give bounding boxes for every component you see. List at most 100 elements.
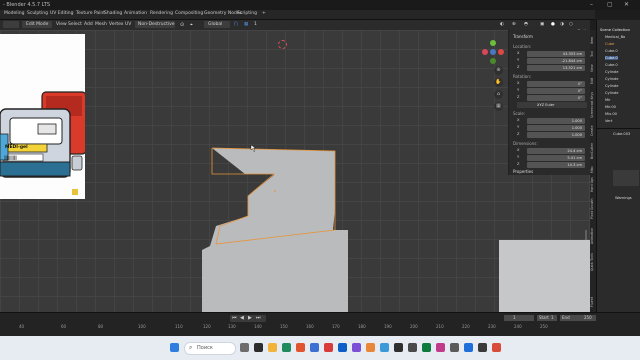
- outliner-item[interactable]: Mir: [605, 98, 611, 102]
- scale-y-field[interactable]: 1.000: [527, 125, 585, 131]
- app-icon[interactable]: [492, 343, 501, 352]
- properties-header[interactable]: Properties: [513, 169, 533, 174]
- app-icon[interactable]: [296, 343, 305, 352]
- overlay-toggle-icon[interactable]: ◓: [524, 22, 528, 27]
- jump-end-icon[interactable]: ⏭: [256, 315, 261, 321]
- app-icon[interactable]: [324, 343, 333, 352]
- increment-icon[interactable]: ▦: [244, 22, 248, 27]
- outliner-item[interactable]: Cube.0: [605, 49, 618, 53]
- app-icon[interactable]: [352, 343, 361, 352]
- camera-view-icon[interactable]: ⌂: [494, 90, 503, 99]
- prev-keyframe-icon[interactable]: ◀: [240, 315, 244, 321]
- gizmo-x-axis-icon[interactable]: [498, 49, 504, 55]
- pan-hand-icon[interactable]: ✋: [494, 78, 503, 87]
- scale-x-field[interactable]: 1.000: [527, 118, 585, 124]
- shading-material-icon[interactable]: ◑: [560, 22, 564, 27]
- current-frame-field[interactable]: 1: [504, 315, 534, 321]
- dimensions-x-field[interactable]: 24.4 cm: [527, 148, 585, 154]
- outliner-item[interactable]: Cube: [605, 42, 614, 46]
- outliner-item[interactable]: Cylinde: [605, 77, 618, 81]
- outliner-item[interactable]: Mix.00: [605, 112, 617, 116]
- outliner-item[interactable]: Cube.0: [605, 63, 618, 67]
- shading-rendered-icon[interactable]: ○: [569, 22, 573, 27]
- tab-sculpting[interactable]: Sculpting: [27, 11, 48, 16]
- gizmo-y-axis-icon[interactable]: [490, 40, 496, 46]
- perspective-toggle-icon[interactable]: ▦: [494, 102, 503, 111]
- scale-z-field[interactable]: 1.000: [527, 132, 585, 138]
- timeline[interactable]: ⏮ ◀ ▶ ⏭ 1 Start 1 End 250 40 60 80 100 1…: [0, 312, 640, 337]
- tab-shading[interactable]: Shading: [104, 11, 122, 16]
- app-icon[interactable]: [380, 343, 389, 352]
- uv-menu[interactable]: UV: [125, 22, 131, 27]
- start-frame-field[interactable]: Start 1: [537, 315, 557, 321]
- task-view-icon[interactable]: [240, 343, 249, 352]
- app-icon[interactable]: [450, 343, 459, 352]
- outliner-item-selected[interactable]: Cube.0: [605, 56, 618, 60]
- tab-texture-paint[interactable]: Texture Paint: [76, 11, 105, 16]
- gizmo-neg-x-axis-icon[interactable]: [482, 49, 488, 55]
- blender-icon[interactable]: [366, 343, 375, 352]
- mesh-menu[interactable]: Mesh: [95, 22, 107, 27]
- pivot-icon[interactable]: ⊙: [180, 22, 184, 28]
- play-icon[interactable]: ▶: [248, 315, 252, 321]
- taskbar-search[interactable]: ⌕ Поиск: [184, 342, 236, 355]
- magnet-icon[interactable]: ⋂: [234, 22, 238, 27]
- maximize-button[interactable]: ▢: [607, 1, 613, 8]
- app-icon[interactable]: [394, 343, 403, 352]
- shading-solid-icon[interactable]: ●: [551, 22, 555, 27]
- app-icon[interactable]: [254, 343, 263, 352]
- xray-icon[interactable]: ▣: [540, 22, 544, 27]
- gizmo-toggle-icon[interactable]: ⊕: [512, 22, 516, 27]
- outliner-item[interactable]: Mir.00: [605, 105, 616, 109]
- outliner-item[interactable]: Cylinde: [605, 70, 618, 74]
- tab-rendering[interactable]: Rendering: [150, 11, 173, 16]
- snap-value[interactable]: 1: [254, 22, 257, 27]
- location-y-field[interactable]: -21.844 cm: [527, 58, 585, 64]
- app-icon[interactable]: [478, 343, 487, 352]
- rotation-mode-dropdown[interactable]: XYZ Euler: [517, 102, 587, 108]
- rotation-x-field[interactable]: 0°: [527, 81, 585, 87]
- gizmo-z-axis-icon[interactable]: [490, 49, 496, 55]
- vertex-menu[interactable]: Vertex: [109, 22, 123, 27]
- add-menu[interactable]: Add: [84, 22, 93, 27]
- view-menu[interactable]: View: [56, 22, 67, 27]
- outliner-item[interactable]: Cylinde: [605, 84, 618, 88]
- select-menu[interactable]: Select: [68, 22, 82, 27]
- dimensions-y-field[interactable]: 5.41 cm: [527, 155, 585, 161]
- location-z-field[interactable]: 13.521 cm: [527, 65, 585, 71]
- zoom-icon[interactable]: ⊕: [494, 66, 503, 75]
- start-menu-icon[interactable]: [170, 343, 179, 352]
- outliner-item[interactable]: Cylinde: [605, 91, 618, 95]
- navigation-gizmo[interactable]: [480, 40, 506, 66]
- app-icon[interactable]: [464, 343, 473, 352]
- properties-object-name[interactable]: Cube.003: [613, 132, 630, 136]
- app-icon[interactable]: [282, 343, 291, 352]
- rotation-y-field[interactable]: 0°: [527, 88, 585, 94]
- app-icon[interactable]: [408, 343, 417, 352]
- 3d-viewport[interactable]: MEDI-gel ||||||||||||||| ⊕ ✋ ⌂ ▦: [0, 30, 590, 312]
- add-workspace-icon[interactable]: +: [262, 11, 266, 16]
- app-icon[interactable]: [436, 343, 445, 352]
- file-explorer-icon[interactable]: [268, 343, 277, 352]
- playback-controls[interactable]: ⏮ ◀ ▶ ⏭: [230, 315, 266, 322]
- app-icon[interactable]: [422, 343, 431, 352]
- tab-scripting[interactable]: Scripting: [237, 11, 257, 16]
- tab-compositing[interactable]: Compositing: [175, 11, 203, 16]
- transform-header[interactable]: Transform: [513, 34, 533, 39]
- end-frame-field[interactable]: End 250: [560, 315, 596, 321]
- tab-uv-editing[interactable]: UV Editing: [50, 11, 73, 16]
- app-icon[interactable]: [338, 343, 347, 352]
- dimensions-z-field[interactable]: 14.3 cm: [527, 162, 585, 168]
- app-icon[interactable]: [310, 343, 319, 352]
- outliner-item[interactable]: Vert: [605, 119, 612, 123]
- view-object-types-icon[interactable]: ◐: [500, 22, 504, 27]
- close-button[interactable]: ✕: [624, 1, 629, 8]
- tab-modeling[interactable]: Modeling: [4, 11, 24, 16]
- outliner-item[interactable]: Medical_Bo: [605, 35, 625, 39]
- minimize-button[interactable]: –: [590, 1, 593, 8]
- modifier-panel[interactable]: [613, 170, 639, 186]
- location-x-field[interactable]: 43.353 cm: [527, 51, 585, 57]
- rotation-z-field[interactable]: 0°: [527, 95, 585, 101]
- editor-type-dropdown[interactable]: [3, 21, 19, 28]
- jump-start-icon[interactable]: ⏮: [232, 315, 237, 321]
